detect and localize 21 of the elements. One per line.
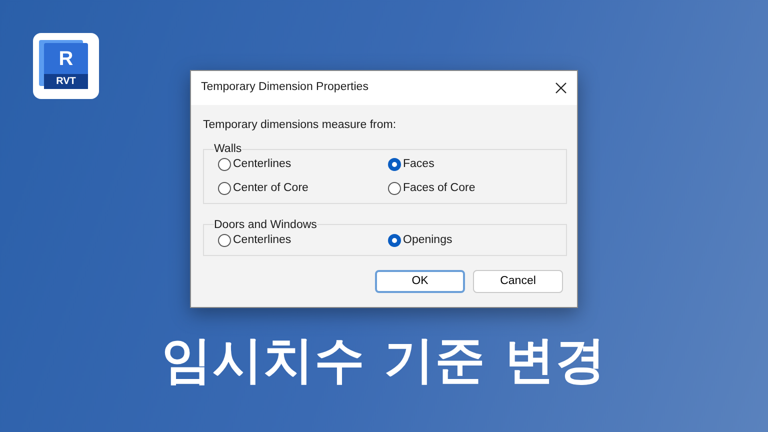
radio-option[interactable]: Center of Core <box>218 180 388 197</box>
radio-button[interactable] <box>218 182 231 195</box>
radio-button[interactable] <box>218 158 231 172</box>
window-title: Temporary Dimension Properties <box>201 80 368 96</box>
radio-button[interactable] <box>388 182 401 195</box>
radio-option[interactable]: Faces of Core <box>388 180 554 197</box>
radio-option[interactable]: Centerlines <box>218 156 388 174</box>
headline: 임시치수 기준 변경 <box>162 330 606 390</box>
radio-option[interactable]: Centerlines <box>218 232 388 249</box>
ok-button[interactable]: OK <box>375 270 465 293</box>
cancel-button[interactable]: Cancel <box>473 270 563 293</box>
radio-button[interactable] <box>388 158 401 172</box>
radio-button[interactable] <box>218 234 231 247</box>
radio-button[interactable] <box>388 234 401 247</box>
radio-option[interactable]: Faces <box>388 156 554 174</box>
group-label: Walls <box>214 142 242 156</box>
close-icon[interactable] <box>555 82 567 94</box>
app-logo: R RVT <box>33 33 99 99</box>
group-label: Doors and Windows <box>214 218 317 232</box>
radio-option[interactable]: Openings <box>388 232 554 249</box>
prompt-text: Temporary dimensions measure from: <box>203 118 398 133</box>
